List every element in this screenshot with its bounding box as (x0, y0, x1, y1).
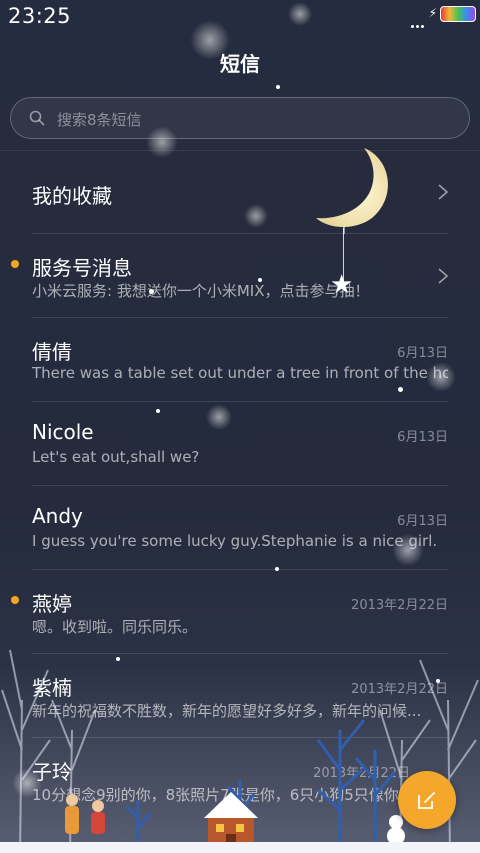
conversation-snippet: I guess you're some lucky guy.Stephanie … (32, 532, 438, 550)
clock: 23:25 (8, 4, 72, 28)
list-item-service[interactable]: 服务号消息 小米云服务: 我想送你一个小米MIX，点击参与抽！ (0, 234, 480, 318)
unread-dot (11, 596, 19, 604)
search-placeholder: 搜索8条短信 (57, 111, 142, 129)
conversation-date: 6月13日 (397, 514, 448, 529)
conversation-date: 6月13日 (397, 430, 448, 445)
conversation-date: 2013年2月22日 (351, 682, 448, 697)
unread-dot (11, 260, 19, 268)
conversation-name: 服务号消息 (32, 256, 132, 280)
battery-icon (440, 6, 476, 22)
conversation-name: 倩倩 (32, 340, 72, 364)
snowflake (276, 85, 280, 89)
lightning-icon: ⚡ (428, 6, 437, 20)
conversation-name: 我的收藏 (32, 184, 112, 208)
conversation-snippet: 小米云服务: 我想送你一个小米MIX，点击参与抽！ (32, 282, 370, 300)
conversation-snippet: 嗯。收到啦。同乐同乐。 (32, 618, 198, 636)
compose-icon (418, 792, 435, 809)
list-item[interactable]: Andy 6月13日 I guess you're some lucky guy… (0, 486, 480, 570)
conversation-snippet: 10分想念9别的你，8张照片7张是你，6只小狗5只像你... (32, 786, 400, 804)
list-item[interactable]: 燕婷 2013年2月22日 嗯。收到啦。同乐同乐。 (0, 570, 480, 654)
status-bar: 23:25 ⚡ (0, 0, 480, 32)
search-icon (29, 110, 45, 126)
list-item[interactable]: Nicole 6月13日 Let's eat out,shall we? (0, 402, 480, 486)
list-item[interactable]: 紫楠 2013年2月22日 新年的祝福数不胜数，新年的愿望好多好多，新年的问候.… (0, 654, 480, 738)
page-title: 短信 (220, 52, 260, 76)
conversation-name: 紫楠 (32, 676, 72, 700)
conversation-date: 2013年2月22日 (351, 598, 448, 613)
notification-dots-icon (411, 13, 427, 28)
conversation-name: Andy (32, 504, 83, 528)
conversation-snippet: Let's eat out,shall we? (32, 448, 200, 466)
list-item-favorites[interactable]: 我的收藏 (0, 150, 480, 234)
conversation-name: 燕婷 (32, 592, 72, 616)
conversation-date: 6月13日 (397, 346, 448, 361)
search-input[interactable]: 搜索8条短信 (10, 97, 470, 139)
conversation-name: Nicole (32, 420, 94, 444)
conversation-snippet: There was a table set out under a tree i… (32, 364, 448, 382)
list-item[interactable]: 倩倩 6月13日 There was a table set out under… (0, 318, 480, 402)
chevron-right-icon (438, 184, 449, 200)
chevron-right-icon (438, 268, 449, 284)
conversation-name: 子玲 (32, 760, 72, 784)
conversation-snippet: 新年的祝福数不胜数，新年的愿望好多好多，新年的问候... (32, 702, 422, 720)
conversation-date: 2013年2月22日 (313, 766, 410, 781)
compose-button[interactable] (398, 771, 456, 829)
